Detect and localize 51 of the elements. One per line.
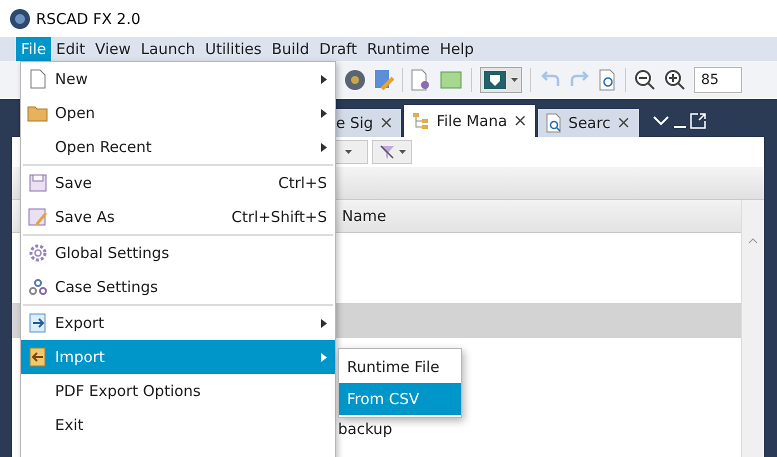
filter-dropdown-button[interactable] bbox=[372, 140, 412, 164]
chip-icon bbox=[439, 69, 463, 91]
menu-title[interactable]: Launch bbox=[136, 37, 200, 61]
tab-label: File Mana bbox=[436, 112, 508, 130]
zoom-in-icon bbox=[664, 69, 686, 91]
menu-item[interactable]: Runtime File bbox=[339, 351, 461, 383]
maximize-icon bbox=[690, 113, 706, 129]
tab-label: Searc bbox=[568, 114, 610, 132]
folder-icon bbox=[27, 104, 49, 122]
window-title: RSCAD FX 2.0 bbox=[36, 10, 141, 28]
chevron-down-icon bbox=[652, 115, 670, 127]
menu-item[interactable]: Exit bbox=[21, 408, 335, 442]
menu-item[interactable]: Save As Ctrl+Shift+S bbox=[21, 200, 335, 234]
document-icon bbox=[29, 69, 47, 89]
menu-title[interactable]: Help bbox=[434, 37, 479, 61]
close-button[interactable]: × bbox=[379, 113, 394, 133]
menu-item[interactable]: New bbox=[21, 62, 335, 96]
editor-tab[interactable]: Searc × bbox=[538, 109, 639, 137]
gears-icon bbox=[29, 278, 47, 296]
shield-dropdown-icon bbox=[480, 67, 522, 93]
menu-title[interactable]: Utilities bbox=[200, 37, 267, 61]
menu-title[interactable]: Edit bbox=[51, 37, 90, 61]
menu-title[interactable]: Draft bbox=[314, 37, 362, 61]
tree-folder-icon bbox=[412, 112, 430, 130]
scroll-up-icon[interactable] bbox=[748, 238, 758, 244]
menu-title[interactable]: Build bbox=[266, 37, 314, 61]
floppy-icon bbox=[29, 174, 47, 192]
menu-item[interactable]: Export bbox=[21, 306, 335, 340]
minimize-icon bbox=[672, 126, 687, 128]
caret-icon bbox=[398, 150, 406, 154]
zoom-field[interactable]: 85 bbox=[694, 67, 742, 93]
floppy-pencil-icon bbox=[28, 208, 48, 226]
close-button[interactable]: × bbox=[513, 111, 528, 131]
gear-icon bbox=[29, 244, 47, 262]
tab-label: e Sig bbox=[336, 114, 374, 132]
zoom-out-icon bbox=[634, 69, 656, 91]
filter-icon bbox=[378, 144, 394, 160]
close-button[interactable]: × bbox=[616, 113, 631, 133]
app-logo-icon bbox=[10, 8, 30, 28]
editor-tab[interactable]: File Mana × bbox=[404, 105, 536, 137]
document-search-icon bbox=[546, 113, 562, 133]
document-search-icon bbox=[599, 69, 617, 91]
grid-pencil-icon bbox=[374, 69, 394, 91]
menu-item[interactable]: Case Settings bbox=[21, 270, 335, 304]
caret-icon bbox=[344, 150, 352, 154]
menu-item[interactable]: PDF Export Options bbox=[21, 374, 335, 408]
menu-item[interactable]: Global Settings bbox=[21, 236, 335, 270]
disc-icon bbox=[344, 69, 366, 91]
menu-title[interactable]: Runtime bbox=[362, 37, 435, 61]
menu-title[interactable]: View bbox=[90, 37, 136, 61]
table-cell: backup bbox=[338, 420, 392, 438]
